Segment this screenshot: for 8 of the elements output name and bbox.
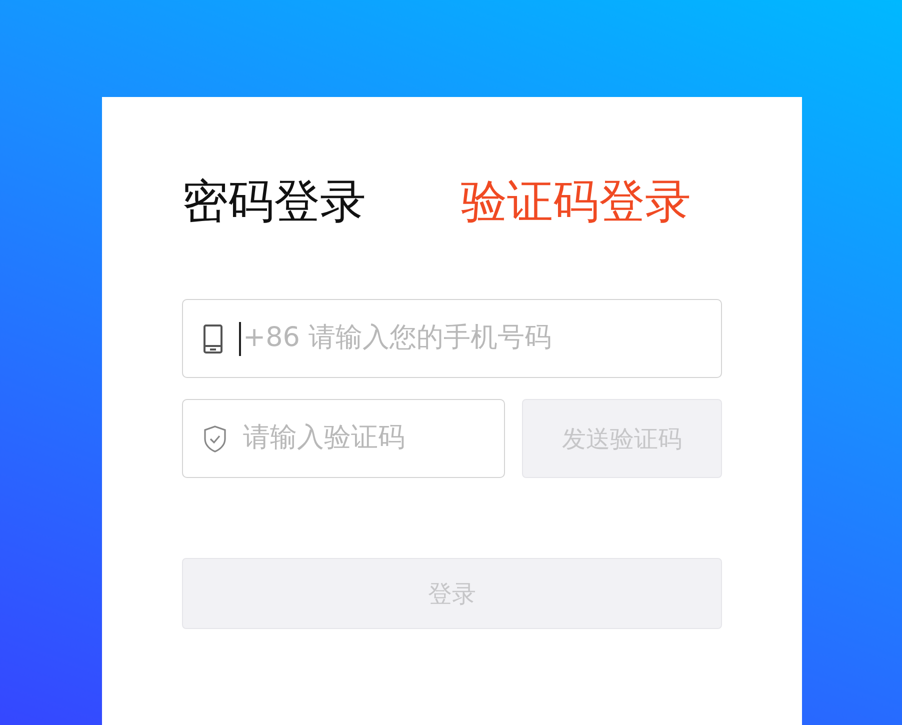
login-tab[interactable]: 验证码登录 <box>461 173 691 229</box>
login-tab[interactable]: 密码登录 <box>182 173 366 229</box>
code-field[interactable]: 请输入验证码 <box>182 399 505 478</box>
phone-icon <box>203 324 223 354</box>
phone-field[interactable]: +86 请输入您的手机号码 <box>182 299 722 378</box>
shield-icon <box>203 424 227 452</box>
text-input[interactable]: 请输入验证码 <box>243 418 484 459</box>
text-input[interactable]: +86 请输入您的手机号码 <box>243 318 701 359</box>
